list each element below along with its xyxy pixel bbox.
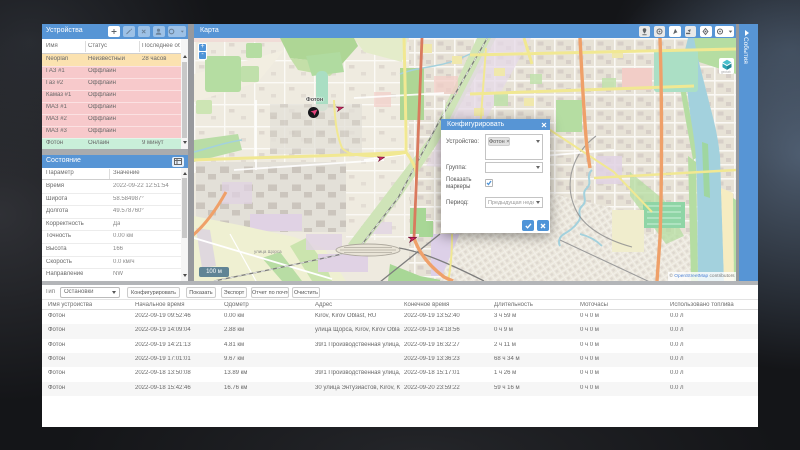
- svg-text:улица Щорса: улица Щорса: [254, 249, 282, 254]
